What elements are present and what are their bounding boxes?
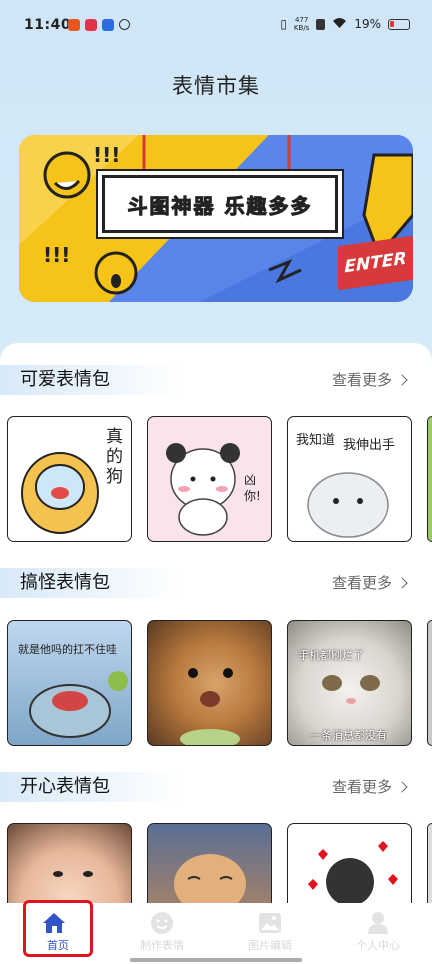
section-header-happy: 开心表情包 查看更多 (0, 772, 432, 802)
chevron-right-icon (396, 576, 408, 589)
sticker-thumbnail[interactable]: 真的狗 (7, 416, 132, 542)
app-notification-icon (119, 19, 130, 30)
sticker-caption: 就是他吗的扛不住哇 (18, 643, 117, 656)
sticker-thumbnail[interactable] (7, 823, 132, 903)
hamster-photo-image (180, 668, 240, 745)
status-bar: 11:40 ▯ 477 KB/s 19% (0, 0, 432, 52)
battery-percent: 19% (354, 17, 381, 31)
sticker-thumbnail[interactable]: 手机都刷烂了 一条消息都没有 (287, 620, 412, 746)
person-icon (368, 912, 388, 934)
sticker-thumbnail[interactable] (287, 823, 412, 903)
banner-headline: 斗图神器 乐趣多多 (102, 175, 338, 233)
tab-label: 制作表情 (140, 939, 184, 952)
tab-image-edit[interactable]: 图片编辑 (216, 903, 324, 964)
sticker-thumbnail-partial[interactable] (427, 416, 432, 542)
selection-highlight (23, 900, 93, 957)
sticker-thumbnail-partial[interactable] (427, 620, 432, 746)
section-title: 搞怪表情包 (0, 568, 180, 598)
chevron-right-icon (396, 373, 408, 386)
battery-icon (388, 18, 410, 30)
squirtle-sticker-image (29, 671, 128, 738)
chevron-right-icon (396, 780, 408, 793)
sticker-thumbnail[interactable] (147, 823, 272, 903)
sticker-thumbnail-partial[interactable] (427, 823, 432, 903)
tab-label: 个人中心 (356, 939, 400, 952)
no-sim-icon (316, 18, 326, 30)
tab-profile[interactable]: 个人中心 (324, 903, 432, 964)
sticker-caption: 我知道 (296, 433, 336, 448)
sticker-caption: 凶你! (244, 473, 261, 503)
see-more-link[interactable]: 查看更多 (332, 369, 408, 390)
home-indicator[interactable] (130, 958, 302, 962)
cat-photo-image (174, 854, 246, 903)
wifi-icon (332, 17, 347, 32)
vibrate-icon: ▯ (280, 17, 287, 31)
see-more-link[interactable]: 查看更多 (332, 776, 408, 797)
banner-exclaim: !!! (43, 243, 71, 267)
section-header-funny: 搞怪表情包 查看更多 (0, 568, 432, 598)
sticker-row-happy (0, 823, 432, 903)
app-notification-icon (68, 19, 80, 31)
network-speed: 477 KB/s (293, 16, 310, 32)
banner-exclaim: !!! (93, 143, 121, 167)
hearts-sticker-image (308, 841, 398, 903)
section-title: 可爱表情包 (0, 365, 180, 395)
notification-icons (68, 19, 130, 31)
tab-make-sticker[interactable]: 制作表情 (108, 903, 216, 964)
section-title: 开心表情包 (0, 772, 180, 802)
child-photo-image (53, 871, 93, 877)
section-header-cute: 可爱表情包 查看更多 (0, 365, 432, 395)
app-notification-icon (85, 19, 97, 31)
status-indicators: ▯ 477 KB/s 19% (280, 16, 410, 32)
smiley-icon (151, 912, 173, 934)
sticker-caption: 一条消息都没有 (310, 729, 387, 742)
page-title: 表情市集 (172, 74, 260, 98)
tab-label: 图片编辑 (248, 939, 292, 952)
image-icon (259, 913, 281, 933)
app-notification-icon (102, 19, 114, 31)
status-time: 11:40 (24, 17, 72, 33)
sticker-row-cute: 真的狗 凶你! 我知道 我伸出手 (0, 416, 432, 544)
sticker-row-funny: 就是他吗的扛不住哇 手机都刷烂了 一条消息都没有 (0, 620, 432, 748)
sticker-caption: 我伸出手 (343, 438, 396, 453)
sticker-thumbnail[interactable] (147, 620, 272, 746)
sticker-thumbnail[interactable]: 我知道 我伸出手 (287, 416, 412, 542)
see-more-link[interactable]: 查看更多 (332, 572, 408, 593)
sticker-caption: 真的狗 (106, 427, 123, 487)
sticker-thumbnail[interactable]: 就是他吗的扛不住哇 (7, 620, 132, 746)
promo-banner[interactable]: !!! !!! 斗图神器 乐趣多多 ENTER (19, 135, 413, 302)
sticker-caption: 手机都刷烂了 (298, 649, 364, 662)
sticker-thumbnail[interactable]: 凶你! (147, 416, 272, 542)
